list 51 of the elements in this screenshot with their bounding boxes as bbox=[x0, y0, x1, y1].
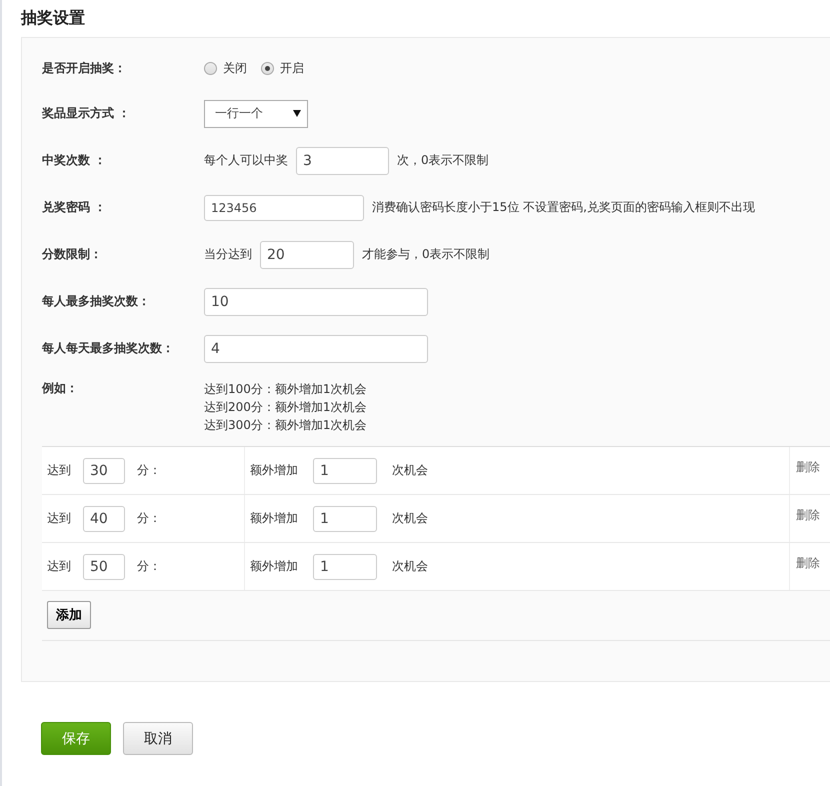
input-field[interactable]: 123456 bbox=[204, 194, 364, 220]
delete-link[interactable]: 删除 bbox=[796, 556, 820, 570]
example-line: 达到200分：额外增加1次机会 bbox=[204, 399, 367, 416]
field-hint: 消费确认密码长度小于15位 不设置密码,兑奖页面的密码输入框则不出现 bbox=[372, 199, 755, 216]
rule-prefix: 达到 bbox=[47, 558, 71, 575]
field-label: 例如： bbox=[42, 380, 79, 397]
add-button[interactable]: 添加 bbox=[47, 601, 91, 629]
example-line: 达到100分：额外增加1次机会 bbox=[204, 381, 367, 398]
rule-prefix: 达到 bbox=[47, 510, 71, 527]
radio-button[interactable] bbox=[261, 62, 274, 74]
input-field[interactable]: 4 bbox=[204, 334, 428, 362]
input-field[interactable]: 10 bbox=[204, 288, 428, 316]
field-label: 每人最多抽奖次数： bbox=[42, 293, 151, 310]
extra-label: 额外增加 bbox=[250, 558, 298, 575]
field-label: 兑奖密码 ： bbox=[42, 199, 108, 216]
field-hint: 才能参与，0表示不限制 bbox=[362, 246, 490, 263]
field-hint: 次，0表示不限制 bbox=[397, 152, 489, 169]
chance-input[interactable]: 1 bbox=[313, 458, 377, 484]
radio-label: 开启 bbox=[280, 60, 304, 76]
page-title: 抽奖设置 bbox=[21, 8, 85, 28]
field-label: 是否开启抽奖： bbox=[42, 60, 127, 76]
field-label: 中奖次数 ： bbox=[42, 152, 108, 169]
score-input[interactable]: 50 bbox=[83, 554, 125, 580]
input-field[interactable]: 20 bbox=[260, 240, 354, 268]
cancel-button[interactable]: 取消 bbox=[123, 722, 193, 755]
rule-prefix: 达到 bbox=[47, 462, 71, 479]
delete-link[interactable]: 删除 bbox=[796, 508, 820, 522]
field-label: 奖品显示方式 ： bbox=[42, 105, 132, 122]
score-input[interactable]: 30 bbox=[83, 458, 125, 484]
radio-label: 关闭 bbox=[223, 60, 247, 76]
field-label: 每人每天最多抽奖次数： bbox=[42, 340, 175, 357]
chance-unit: 次机会 bbox=[392, 510, 428, 527]
radio-button[interactable] bbox=[204, 62, 217, 74]
field-prefix: 当分达到 bbox=[204, 246, 252, 263]
chance-input[interactable]: 1 bbox=[313, 506, 377, 532]
score-input[interactable]: 40 bbox=[83, 506, 125, 532]
field-prefix: 每个人可以中奖 bbox=[204, 152, 288, 169]
caret-icon bbox=[293, 110, 301, 117]
delete-link[interactable]: 删除 bbox=[796, 460, 820, 474]
extra-label: 额外增加 bbox=[250, 510, 298, 527]
example-line: 达到300分：额外增加1次机会 bbox=[204, 417, 367, 434]
extra-label: 额外增加 bbox=[250, 462, 298, 479]
display-mode-select[interactable]: 一行一个 bbox=[204, 100, 308, 128]
input-field[interactable]: 3 bbox=[296, 146, 389, 174]
score-unit: 分： bbox=[137, 462, 161, 479]
chance-input[interactable]: 1 bbox=[313, 554, 377, 580]
chance-unit: 次机会 bbox=[392, 558, 428, 575]
score-unit: 分： bbox=[137, 510, 161, 527]
score-unit: 分： bbox=[137, 558, 161, 575]
field-label: 分数限制： bbox=[42, 246, 103, 263]
chance-unit: 次机会 bbox=[392, 462, 428, 479]
